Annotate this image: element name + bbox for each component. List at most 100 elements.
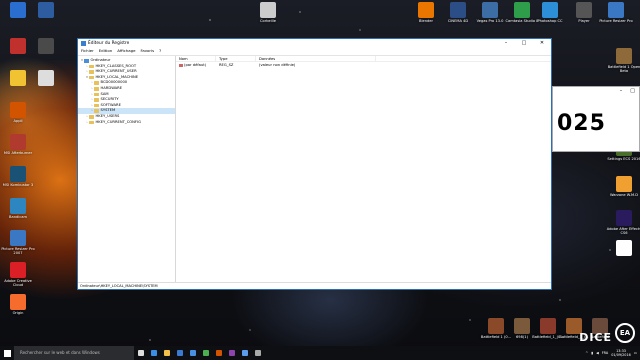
desktop-icon[interactable]: Picture Resizer Pro 2007 [0, 230, 36, 255]
desktop-icon[interactable]: Origin [0, 294, 36, 315]
folder-icon [89, 75, 94, 80]
window-titlebar[interactable]: Éditeur du Registre – □ ✕ [78, 39, 551, 48]
column-header-name[interactable]: Nom [176, 56, 216, 61]
desktop-icon[interactable]: MSI Afterburner [0, 134, 36, 155]
desktop-icon-label: Warzone W.M.D [609, 193, 638, 197]
system-tray: ^ ▮ ◀ FRA 13:33 01/09/2016 ▭ [585, 349, 640, 357]
desktop-icon[interactable]: Adobe After Effects CS6 [606, 210, 640, 235]
desktop-icon-label: Adobe After Effects CS6 [606, 227, 640, 236]
desktop-icon[interactable]: Vegas Pro 13.0 [472, 2, 508, 23]
app-icon [514, 2, 530, 18]
desktop-icon[interactable]: Adobe Creative Cloud [0, 262, 36, 287]
app-icon [540, 318, 556, 334]
desktop-icon-label: Blender [419, 19, 433, 23]
dice-logo: DICE [579, 331, 612, 344]
value-data: (valeur non définie) [259, 63, 296, 67]
windows-logo-icon [3, 349, 11, 357]
app-icon [10, 262, 26, 278]
search-box[interactable]: Rechercher sur le web et dans Windows [14, 346, 134, 360]
tree-node[interactable]: › HKEY_CURRENT_CONFIG [78, 120, 175, 126]
desktop-icon-label: Picture Resizer Pro [599, 19, 633, 23]
secondary-window[interactable]: – □ 025 [552, 86, 640, 152]
volume-icon[interactable]: ◀ [596, 351, 599, 355]
app-icon [616, 210, 632, 226]
app2-icon[interactable] [251, 346, 264, 360]
app-icon [482, 2, 498, 18]
close-button[interactable]: ✕ [533, 39, 551, 48]
app-icon [38, 2, 54, 18]
chrome-icon[interactable] [199, 346, 212, 360]
desktop-icon-label: Bandicam [9, 215, 27, 219]
maximize-icon[interactable]: □ [630, 87, 635, 96]
column-header-type[interactable]: Type [216, 56, 256, 61]
edge-icon[interactable] [147, 346, 160, 360]
app-icon [576, 2, 592, 18]
list-item[interactable]: (par défaut) REG_SZ (valeur non définie) [176, 62, 551, 68]
clock[interactable]: 13:33 01/09/2016 [611, 349, 631, 357]
app-icon [38, 70, 54, 86]
language-indicator[interactable]: FRA [602, 351, 609, 355]
minimize-icon[interactable]: – [620, 87, 623, 96]
taskbar-apps [134, 346, 264, 360]
folder-icon [94, 92, 99, 97]
desktop-icon[interactable]: Blender [408, 2, 444, 23]
desktop-icon[interactable]: Warzone W.M.D [606, 176, 640, 197]
desktop-icon[interactable]: Player [566, 2, 602, 23]
menu-item[interactable]: Fichier [81, 48, 94, 54]
desktop-icon[interactable]: MSI Kombustor 3 [0, 166, 36, 187]
app-icon [10, 134, 26, 150]
task-view-icon[interactable] [134, 346, 147, 360]
app-icon [616, 176, 632, 192]
store-icon[interactable] [173, 346, 186, 360]
registry-editor-window[interactable]: Éditeur du Registre – □ ✕ Fichier Edition… [77, 38, 552, 290]
registry-tree[interactable]: ▾ Ordinateur › HKEY_CLASSES_ROOT › HKEY_CURRE… [78, 56, 176, 282]
notifications-icon[interactable]: ▭ [634, 351, 637, 355]
ea-logo: EA [615, 323, 635, 343]
desktop-icon[interactable]: CINEMA 4D [440, 2, 476, 23]
network-icon[interactable]: ▮ [591, 351, 593, 355]
desktop-icon[interactable]: Bandicam [0, 198, 36, 219]
explorer-icon[interactable] [160, 346, 173, 360]
desktop-icon[interactable] [606, 240, 640, 257]
app-icon [10, 198, 26, 214]
desktop-icon[interactable]: Corbeille [250, 2, 286, 23]
app-icon [10, 294, 26, 310]
media-icon[interactable] [212, 346, 225, 360]
desktop-icon-label: Photoshop CC [537, 19, 563, 23]
desktop-icon[interactable]: Picture Resizer Pro [598, 2, 634, 23]
tray-up-arrow-icon[interactable]: ^ [585, 351, 588, 355]
desktop-icon-label: Adobe Creative Cloud [4, 279, 32, 288]
minimize-button[interactable]: – [497, 39, 515, 48]
maximize-button[interactable]: □ [515, 39, 533, 48]
menu-item[interactable]: ? [159, 48, 161, 54]
desktop-icon-label: MSI Kombustor 3 [2, 183, 34, 187]
string-value-icon [179, 63, 183, 67]
app-icon [608, 2, 624, 18]
desktop-icon[interactable]: Appli [0, 102, 36, 123]
folder-icon [89, 70, 94, 74]
desktop-icon-label: Settings ECS 2016 [607, 157, 640, 161]
app-icon [616, 240, 632, 256]
menu-item[interactable]: Affichage [117, 48, 135, 54]
mail-icon[interactable] [186, 346, 199, 360]
app-icon [38, 38, 54, 54]
computer-icon [84, 59, 89, 63]
desktop-icon-label: Battlefield 1 Open Beta [607, 65, 640, 74]
app-icon [542, 2, 558, 18]
desktop-icon[interactable] [28, 70, 64, 87]
desktop-icon[interactable]: Photoshop CC [532, 2, 568, 23]
desktop-icon[interactable] [28, 38, 64, 55]
start-button[interactable] [0, 346, 14, 360]
regedit-icon[interactable] [238, 346, 251, 360]
menu-item[interactable]: Favoris [140, 48, 154, 54]
desktop-icon-label: Corbeille [260, 19, 276, 23]
desktop-icon[interactable] [28, 2, 64, 19]
secondary-window-titlebar[interactable]: – □ [553, 87, 639, 96]
menu-item[interactable]: Edition [99, 48, 112, 54]
value-name-text: (par défaut) [184, 63, 207, 67]
app-icon[interactable] [225, 346, 238, 360]
values-list[interactable]: Nom Type Données (par défaut) REG_SZ (va… [176, 56, 551, 282]
desktop-icon[interactable]: Battlefield 1 Open Beta [606, 48, 640, 73]
column-header-data[interactable]: Données [256, 56, 376, 61]
app-icon [488, 318, 504, 334]
